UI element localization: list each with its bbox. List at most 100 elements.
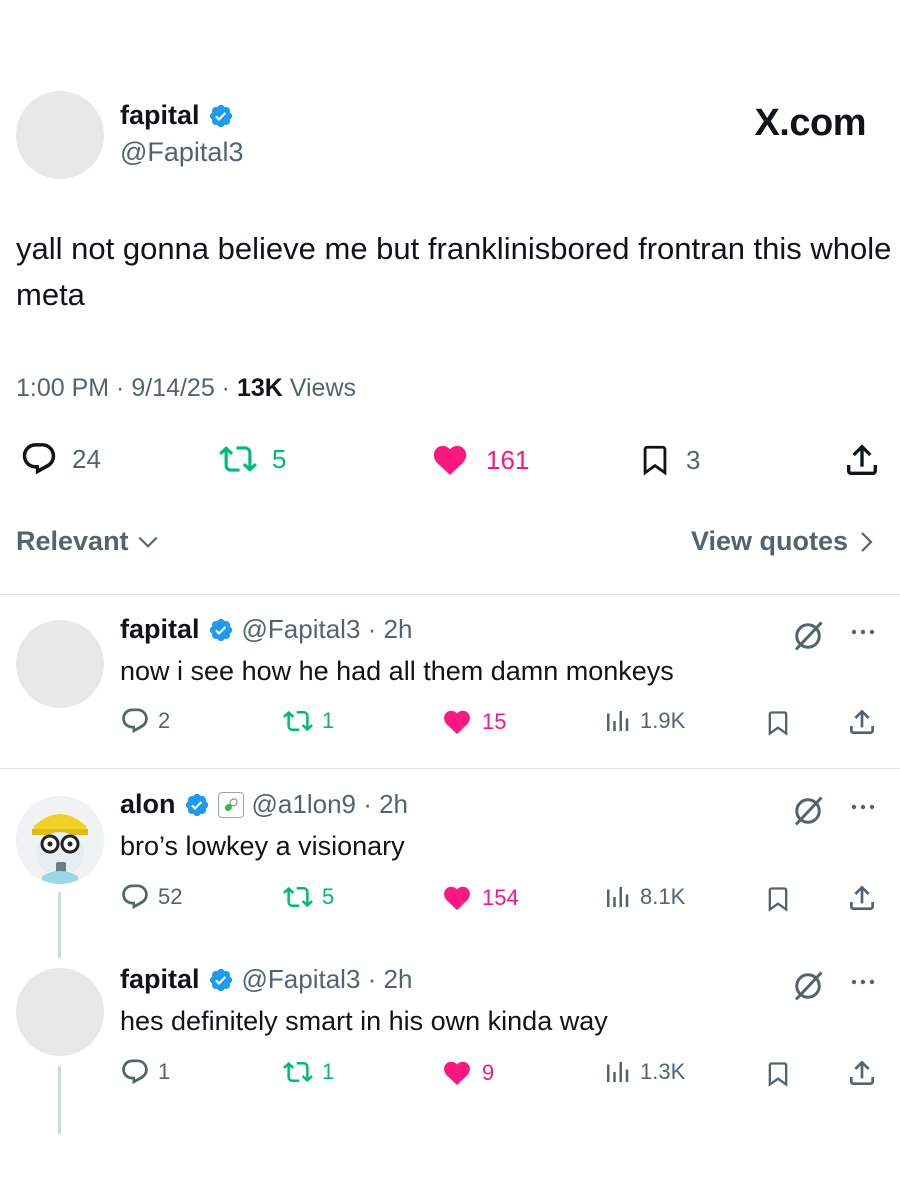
share-icon — [850, 1060, 874, 1085]
post-text: yall not gonna believe me but franklinis… — [16, 231, 892, 312]
reply-header: fapital @Fapital3 · 2h — [120, 614, 412, 645]
reply-count[interactable]: 24 — [20, 440, 101, 478]
share-icon — [850, 709, 874, 734]
reply-author-name[interactable]: fapital — [120, 964, 200, 995]
bookmark-icon — [768, 887, 788, 912]
reply-icon — [22, 443, 56, 475]
grok-icon — [794, 971, 823, 1001]
repost-icon — [283, 710, 313, 732]
reply-share-button[interactable] — [846, 706, 878, 743]
reply-view-count[interactable]: 8.1K — [602, 882, 685, 912]
reply-handle-time[interactable]: @Fapital3 · 2h — [242, 614, 413, 645]
reply-icon — [122, 708, 148, 734]
section-divider — [0, 594, 900, 595]
reply-reply-count[interactable]: 1 — [120, 1057, 170, 1087]
like-icon — [433, 445, 467, 475]
author-avatar[interactable] — [16, 91, 104, 179]
reply-view-value: 8.1K — [640, 884, 686, 909]
sort-relevant-dropdown[interactable]: Relevant — [16, 526, 161, 557]
like-count-value: 161 — [486, 444, 530, 475]
repost-icon — [283, 886, 313, 908]
reply-like-count[interactable]: 154 — [440, 882, 519, 914]
thread-connector-line — [58, 1066, 61, 1134]
reply-bookmark-button[interactable] — [764, 708, 792, 743]
reply-author-name[interactable]: alon — [120, 789, 176, 820]
like-icon — [444, 1061, 470, 1085]
like-icon — [444, 710, 470, 734]
author-header: fapital @Fapital3 — [120, 100, 243, 168]
reply-bookmark-button[interactable] — [764, 884, 792, 919]
reply-reply-count[interactable]: 2 — [120, 706, 170, 736]
reply-icon — [122, 1059, 148, 1085]
bookmark-icon — [768, 711, 788, 736]
reply-handle-time[interactable]: @Fapital3 · 2h — [242, 964, 413, 995]
more-icon — [851, 804, 875, 810]
reply-text: now i see how he had all them damn monke… — [120, 656, 674, 686]
author-name[interactable]: fapital — [120, 100, 200, 131]
grok-button[interactable] — [790, 793, 826, 834]
reply-divider — [0, 768, 900, 769]
like-icon — [444, 886, 470, 910]
grok-button[interactable] — [790, 968, 826, 1009]
chevron-right-icon — [861, 531, 873, 552]
reply-share-button[interactable] — [846, 882, 878, 919]
reply-text: bro’s lowkey a visionary — [120, 831, 405, 861]
reply-view-count[interactable]: 1.9K — [602, 706, 685, 736]
reply-avatar[interactable] — [16, 968, 104, 1056]
post-meta: 1:00 PM · 9/14/25 · 13K Views — [16, 374, 356, 403]
reply-bookmark-button[interactable] — [764, 1059, 792, 1094]
views-icon — [607, 887, 629, 907]
reply-like-count[interactable]: 15 — [440, 706, 506, 738]
reply-handle-time[interactable]: @a1lon9 · 2h — [252, 789, 409, 820]
reply-reply-value: 2 — [158, 708, 171, 733]
verified-badge-icon — [209, 968, 232, 991]
bookmark-count-value: 3 — [686, 444, 701, 475]
view-quotes-link[interactable]: View quotes — [691, 526, 878, 557]
sort-relevant-label: Relevant — [16, 526, 129, 556]
reply-repost-count[interactable]: 1 — [282, 706, 334, 736]
repost-icon — [219, 446, 257, 472]
reply-view-value: 1.9K — [640, 708, 686, 733]
author-handle[interactable]: @Fapital3 — [120, 137, 243, 168]
reply-repost-value: 1 — [322, 708, 335, 733]
share-icon — [850, 885, 874, 910]
views-count: 13K — [236, 374, 283, 402]
verified-badge-icon — [209, 104, 232, 127]
reply-author-name[interactable]: fapital — [120, 614, 200, 645]
like-count[interactable]: 161 — [428, 440, 529, 480]
more-button[interactable] — [848, 797, 878, 822]
more-icon — [851, 629, 875, 635]
more-button[interactable] — [848, 972, 878, 997]
views-icon — [607, 711, 629, 731]
more-icon — [851, 979, 875, 985]
bookmark-icon — [643, 445, 667, 476]
reply-repost-count[interactable]: 5 — [282, 882, 334, 912]
verified-badge-icon — [209, 618, 232, 641]
views-icon — [607, 1062, 629, 1082]
reply-like-value: 154 — [482, 885, 519, 910]
reply-like-value: 9 — [482, 1060, 495, 1085]
reply-repost-count[interactable]: 1 — [282, 1057, 334, 1087]
reply-repost-value: 5 — [322, 884, 335, 909]
reply-like-count[interactable]: 9 — [440, 1057, 494, 1089]
bookmark-count[interactable]: 3 — [638, 440, 700, 480]
reply-avatar-alon[interactable] — [16, 796, 104, 884]
repost-count[interactable]: 5 — [218, 440, 286, 478]
verified-badge-icon — [185, 793, 208, 816]
avatar-character-image — [16, 796, 104, 884]
reply-repost-value: 1 — [322, 1059, 335, 1084]
reply-view-value: 1.3K — [640, 1059, 686, 1084]
reply-reply-count[interactable]: 52 — [120, 882, 182, 912]
reply-count-value: 24 — [72, 443, 101, 474]
reply-view-count[interactable]: 1.3K — [602, 1057, 685, 1087]
reply-avatar[interactable] — [16, 620, 104, 708]
share-button[interactable] — [842, 440, 882, 485]
views-label: Views — [282, 374, 357, 402]
reply-reply-value: 52 — [158, 884, 183, 909]
grok-button[interactable] — [790, 618, 826, 659]
post-timestamp[interactable]: 1:00 PM · 9/14/25 · — [16, 374, 237, 402]
reply-header: alon @a1lon9 · 2h — [120, 789, 408, 820]
more-button[interactable] — [848, 622, 878, 647]
reply-share-button[interactable] — [846, 1057, 878, 1094]
pill-icon — [217, 791, 244, 818]
